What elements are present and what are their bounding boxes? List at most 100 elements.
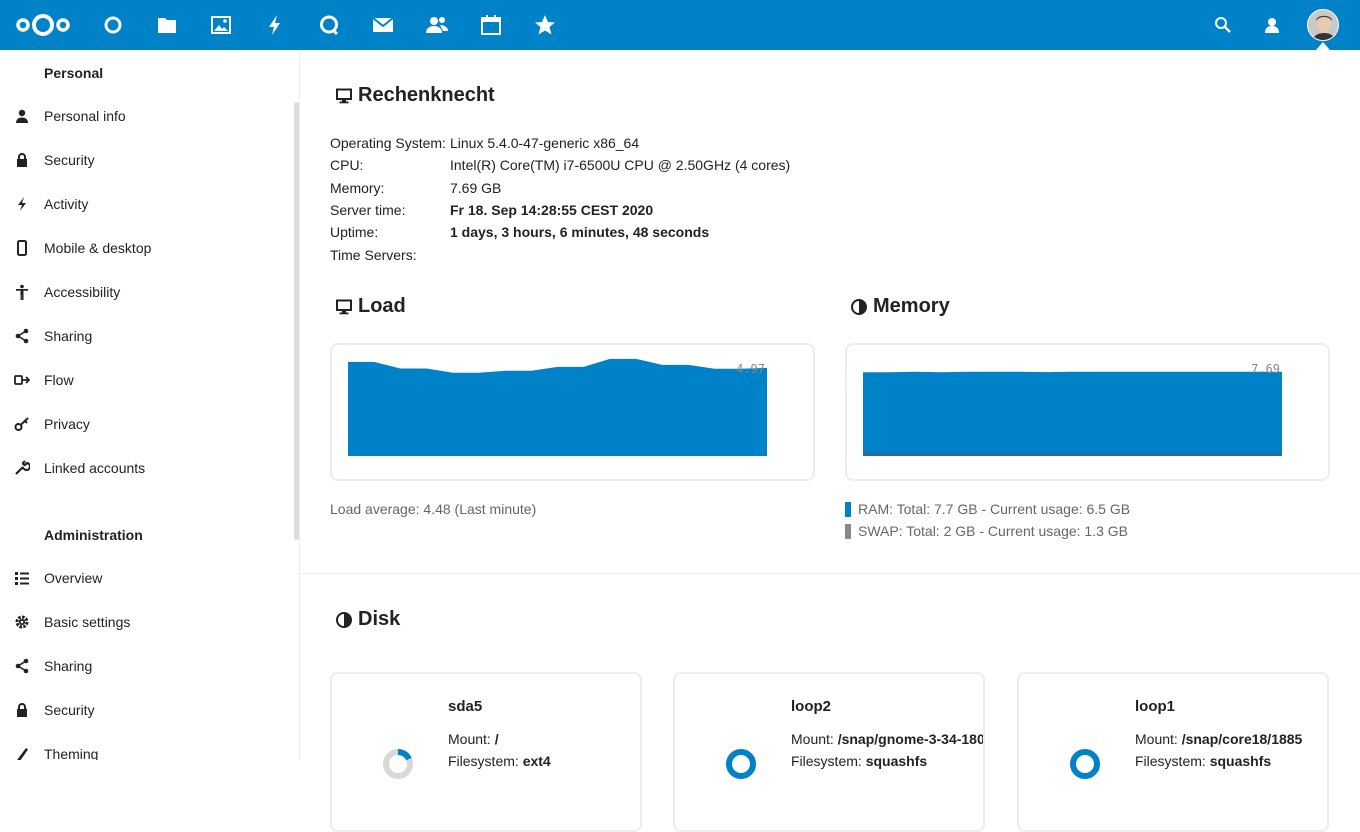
sidebar-item-flow[interactable]: Flow <box>0 358 290 402</box>
sidebar-item-label: Linked accounts <box>44 460 146 476</box>
memory-section-title: Memory <box>851 295 950 318</box>
sidebar-item-label: Security <box>44 152 95 168</box>
memory-title: Memory <box>873 295 950 317</box>
sidebar-item-accessibility[interactable]: Accessibility <box>0 270 290 314</box>
disk-card: loop1 Mount: /snap/core18/1885 Filesyste… <box>1017 672 1329 832</box>
share-icon <box>15 328 29 344</box>
load-chart: 4.97 <box>348 358 767 456</box>
phone-icon <box>17 240 27 256</box>
server-name: Rechenknecht <box>358 84 495 106</box>
ram-legend: RAM: Total: 7.7 GB - Current usage: 6.5 … <box>845 501 1130 517</box>
sidebar-item-label: Basic settings <box>44 614 131 630</box>
sidebar-item-privacy[interactable]: Privacy <box>0 402 290 446</box>
sidebar-item-personal-info[interactable]: Personal info <box>0 94 290 138</box>
sidebar-item-sharing[interactable]: Sharing <box>0 314 290 358</box>
disk-card: sda5 Mount: / Filesystem: ext4 <box>330 672 642 832</box>
sidebar-item-theming[interactable]: Theming <box>0 732 290 760</box>
filesystem-value: ext4 <box>522 753 551 769</box>
share-icon <box>15 658 29 674</box>
series-area-0 <box>863 371 1282 456</box>
disk-usage-donut <box>383 748 413 779</box>
load-average-caption: Load average: 4.48 (Last minute) <box>330 501 537 517</box>
swap-legend: SWAP: Total: 2 GB - Current usage: 1.3 G… <box>845 523 1128 539</box>
sidebar-item-label: Privacy <box>44 416 90 432</box>
load-chart-card: 4.97 <box>330 343 815 481</box>
filesystem-value: squashfs <box>865 753 928 769</box>
mail-icon[interactable] <box>371 13 395 37</box>
disk-usage-donut <box>726 749 756 779</box>
top-header <box>0 0 1360 50</box>
wrench-icon <box>15 460 30 475</box>
list-icon <box>15 572 29 585</box>
contacts-icon[interactable] <box>425 13 449 37</box>
chart-max-label: 7.69 <box>1251 362 1280 376</box>
sidebar-item-mobile-desktop[interactable]: Mobile & desktop <box>0 226 290 270</box>
sidebar-item-label: Sharing <box>44 328 93 344</box>
palette-icon <box>17 748 28 760</box>
swap-swatch <box>845 524 851 539</box>
sidebar-item-label: Security <box>44 702 95 718</box>
disk-card: loop2 Mount: /snap/gnome-3-34-1804/36 Fi… <box>673 672 985 832</box>
sidebar-item-overview[interactable]: Overview <box>0 556 290 600</box>
sidebar-item-label: Personal info <box>44 108 126 124</box>
flow-icon <box>14 375 30 385</box>
sidebar-item-admin-sharing[interactable]: Sharing <box>0 644 290 688</box>
mount-label: Mount: <box>791 731 834 747</box>
section-title-administration: Administration <box>44 527 143 543</box>
load-title: Load <box>358 295 406 317</box>
disk-name: loop2 <box>791 698 831 715</box>
disk-filesystem: Filesystem: squashfs <box>1135 753 1271 769</box>
search-icon[interactable] <box>1211 13 1235 37</box>
sidebar-item-admin-security[interactable]: Security <box>0 688 290 732</box>
sidebar-item-security[interactable]: Security <box>0 138 290 182</box>
sidebar-item-label: Theming <box>44 746 99 760</box>
settings-sidebar: Personal Personal info Security Activity… <box>0 50 300 760</box>
photos-icon[interactable] <box>209 13 233 37</box>
disk-title: Disk <box>358 608 401 630</box>
favorites-icon[interactable] <box>533 13 557 37</box>
mount-value: /snap/gnome-3-34-1804/36 <box>837 731 985 747</box>
os-label: Operating System: <box>330 135 446 151</box>
chart-max-label: 4.97 <box>736 362 765 376</box>
talk-icon[interactable] <box>317 13 341 37</box>
filesystem-label: Filesystem: <box>448 753 519 769</box>
calendar-icon[interactable] <box>479 13 503 37</box>
server-time-value: Fr 18. Sep 14:28:55 CEST 2020 <box>450 202 654 218</box>
activity-icon[interactable] <box>263 13 287 37</box>
ram-swatch <box>845 502 851 517</box>
sidebar-item-label: Mobile & desktop <box>44 240 152 256</box>
memory-chart-card: 7.69 <box>845 343 1330 481</box>
contacts-menu-icon[interactable] <box>1261 13 1285 37</box>
disk-filesystem: Filesystem: ext4 <box>448 753 551 769</box>
disk-mount: Mount: /snap/core18/1885 <box>1135 731 1302 747</box>
disk-name: loop1 <box>1135 698 1175 715</box>
sidebar-item-label: Activity <box>44 196 89 212</box>
sidebar-item-label: Sharing <box>44 658 93 674</box>
avatar[interactable] <box>1307 9 1339 41</box>
activity-icon <box>18 197 26 211</box>
key-icon <box>14 417 29 431</box>
os-value: Linux 5.4.0-47-generic x86_64 <box>450 135 640 151</box>
mount-label: Mount: <box>1135 731 1178 747</box>
sidebar-item-activity[interactable]: Activity <box>0 182 290 226</box>
sidebar-item-linked-accounts[interactable]: Linked accounts <box>0 446 290 490</box>
monitor-icon <box>336 299 352 314</box>
files-icon[interactable] <box>155 13 179 37</box>
disk-mount: Mount: /snap/gnome-3-34-1804/36 <box>791 731 985 747</box>
sidebar-item-basic-settings[interactable]: Basic settings <box>0 600 290 644</box>
sidebar-scrollbar[interactable] <box>294 102 299 540</box>
lock-icon <box>17 703 27 717</box>
sidebar-item-label: Flow <box>44 372 74 388</box>
menu-caret <box>1316 42 1330 50</box>
dashboard-icon[interactable] <box>101 13 125 37</box>
main-content: Rechenknecht Operating System: Linux 5.4… <box>300 50 1360 832</box>
nextcloud-logo[interactable] <box>12 11 74 39</box>
sidebar-item-label: Accessibility <box>44 284 121 300</box>
section-divider <box>300 573 1360 574</box>
mount-value: /snap/core18/1885 <box>1181 731 1303 747</box>
ram-legend-text: RAM: Total: 7.7 GB - Current usage: 6.5 … <box>858 501 1131 517</box>
disk-filesystem: Filesystem: squashfs <box>791 753 927 769</box>
gear-icon <box>15 615 29 629</box>
sidebar-item-label: Overview <box>44 570 103 586</box>
section-title-personal: Personal <box>44 65 104 81</box>
